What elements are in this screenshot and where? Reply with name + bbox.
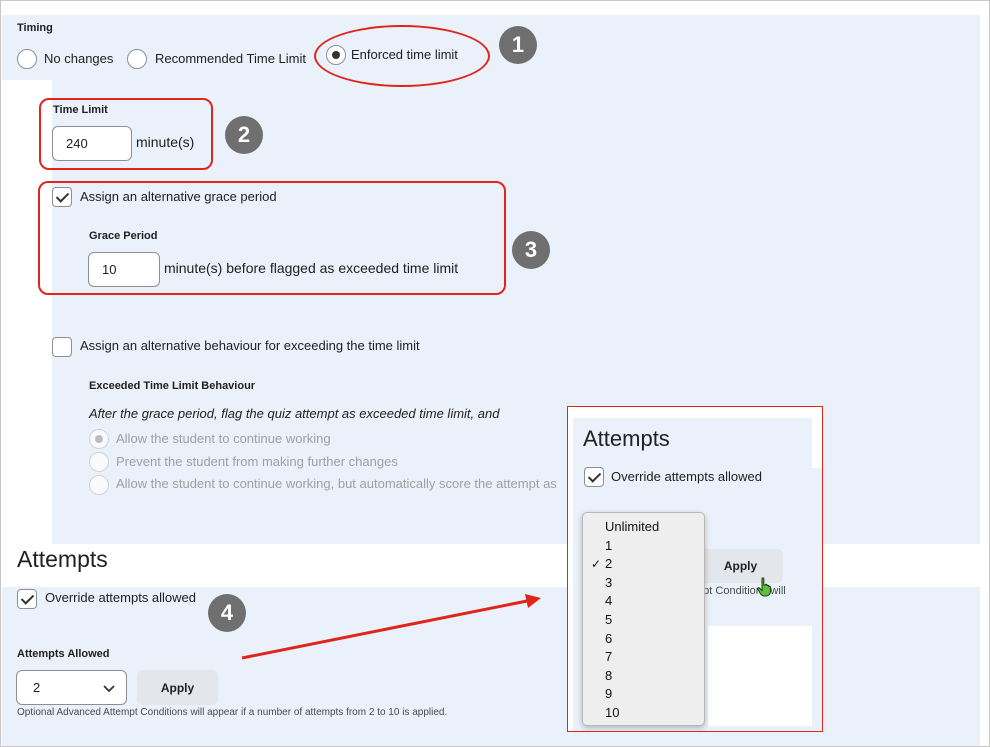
radio-label-auto-score-clip: Allow the student to continue working, b…	[116, 476, 567, 494]
attempts-allowed-select[interactable]: 2	[16, 670, 127, 705]
dropdown-option[interactable]: 3	[583, 574, 704, 593]
radio-label-prevent-changes: Prevent the student from making further …	[116, 454, 398, 469]
apply-button[interactable]: Apply	[137, 670, 218, 705]
radio-prevent-changes[interactable]	[89, 452, 109, 472]
dropdown-option[interactable]: 5	[583, 611, 704, 630]
radio-allow-continue[interactable]	[89, 429, 109, 449]
annotation-badge-3: 3	[512, 231, 550, 269]
radio-recommended-time-limit[interactable]	[127, 49, 147, 69]
chevron-down-icon	[103, 685, 115, 693]
override-attempts-label: Override attempts allowed	[45, 590, 197, 605]
screenshot-frame: Timing No changes Recommended Time Limit…	[0, 0, 990, 747]
zoom-panel-white	[708, 626, 812, 726]
dropdown-option[interactable]: 10	[583, 704, 704, 723]
zoom-attempts-heading: Attempts	[583, 426, 670, 451]
zoom-override-checkbox[interactable]	[584, 467, 604, 487]
hand-cursor-icon	[757, 577, 771, 597]
annotation-box-grace-period	[38, 181, 506, 295]
attempts-allowed-label: Attempts Allowed	[17, 648, 110, 660]
dropdown-option[interactable]: 8	[583, 667, 704, 686]
dropdown-option[interactable]: 1	[583, 537, 704, 556]
timing-panel-bg	[2, 15, 980, 80]
dropdown-option[interactable]: 9	[583, 685, 704, 704]
annotation-arrow	[241, 594, 541, 660]
check-mark-icon: ✓	[591, 557, 602, 572]
exceed-behaviour-label: Exceeded Time Limit Behaviour	[89, 380, 256, 392]
timing-label: Timing	[17, 22, 53, 34]
annotation-box-time-limit	[39, 98, 213, 170]
zoom-override-label: Override attempts allowed	[611, 469, 763, 484]
radio-label-auto-score: Allow the student to continue working, b…	[116, 476, 557, 491]
dropdown-option-selected[interactable]: ✓ 2	[583, 555, 704, 574]
exceed-behaviour-description: After the grace period, flag the quiz at…	[89, 406, 500, 421]
dropdown-option[interactable]: Unlimited	[583, 518, 704, 537]
annotation-badge-1: 1	[499, 26, 537, 64]
attempts-heading: Attempts	[17, 546, 108, 572]
zoom-callout: Attempts Override attempts allowed Apply…	[567, 406, 823, 732]
radio-label-no-changes: No changes	[44, 51, 114, 66]
attempts-dropdown-list[interactable]: Unlimited 1 ✓ 2 3 4 5 6 7 8 9 10	[582, 512, 705, 726]
attempts-help-text: Optional Advanced Attempt Conditions wil…	[17, 707, 448, 718]
annotation-badge-2: 2	[225, 116, 263, 154]
exceed-behaviour-checkbox-label: Assign an alternative behaviour for exce…	[80, 338, 420, 353]
radio-label-recommended: Recommended Time Limit	[155, 51, 306, 66]
exceed-behaviour-checkbox[interactable]	[52, 337, 72, 357]
radio-no-changes[interactable]	[17, 49, 37, 69]
attempts-allowed-value: 2	[33, 680, 41, 695]
dropdown-option[interactable]: 7	[583, 648, 704, 667]
radio-label-allow-continue: Allow the student to continue working	[116, 431, 331, 446]
override-attempts-checkbox[interactable]	[17, 589, 37, 609]
annotation-oval-enforced	[314, 25, 490, 87]
dropdown-option[interactable]: 6	[583, 630, 704, 649]
radio-auto-score[interactable]	[89, 475, 109, 495]
dropdown-option[interactable]: 4	[583, 592, 704, 611]
